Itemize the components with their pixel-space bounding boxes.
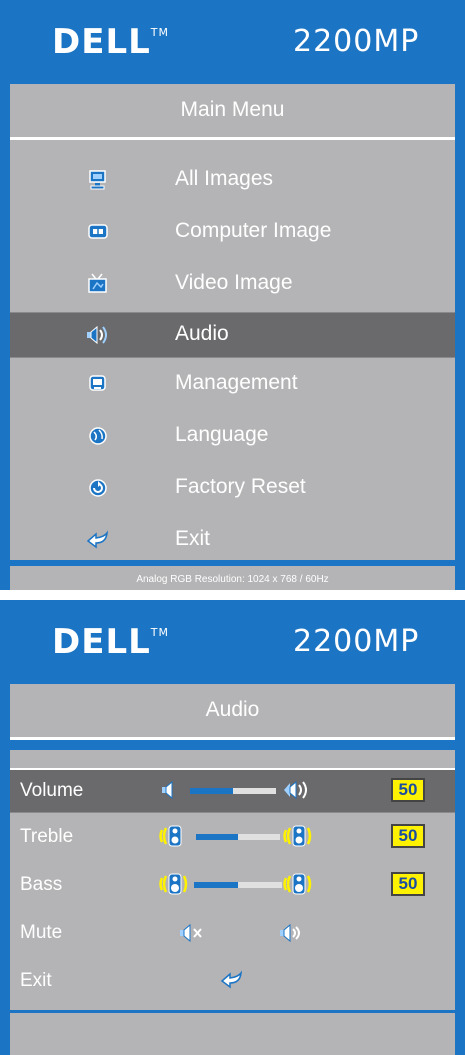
menu-item-label: Audio [175, 322, 229, 345]
osd-header: DELLTM 2200MP [10, 10, 455, 74]
exit-row[interactable]: Exit [10, 960, 455, 1002]
audio-speaker-icon [85, 323, 111, 347]
menu-item-language[interactable]: Language [10, 414, 455, 458]
volume-down-icon[interactable] [160, 779, 186, 806]
treble-slider-fill [196, 834, 238, 840]
monitor-icon [85, 168, 111, 192]
menu-item-all-images[interactable]: All Images [10, 158, 455, 202]
trademark-text: TM [150, 626, 169, 639]
volume-value: 50 [391, 778, 425, 802]
video-image-icon [85, 272, 111, 296]
mute-label: Mute [20, 922, 63, 943]
treble-row[interactable]: Treble 50 [10, 816, 455, 858]
menu-item-label: Language [175, 423, 269, 446]
computer-image-icon [85, 220, 111, 244]
dell-logo: DELLTM [52, 22, 169, 62]
globe-icon [85, 424, 111, 448]
treble-value: 50 [391, 824, 425, 848]
resolution-status-bar: Analog RGB Resolution: 1024 x 768 / 60Hz [10, 566, 455, 590]
trademark-text: TM [150, 26, 169, 39]
mute-off-icon[interactable] [278, 922, 308, 949]
volume-slider[interactable] [190, 788, 276, 794]
menu-title: Audio [205, 698, 260, 721]
model-name: 2200MP [293, 24, 420, 59]
exit-label: Exit [20, 970, 52, 991]
menu-item-video-image[interactable]: Video Image [10, 262, 455, 306]
menu-item-management[interactable]: Management [10, 362, 455, 406]
resolution-status-text: Analog RGB Resolution: 1024 x 768 / 60Hz [136, 574, 329, 585]
bass-label: Bass [20, 874, 63, 895]
bass-slider-fill [194, 882, 238, 888]
audio-menu-panel: DELLTM 2200MP Audio Volume 50 Treble 50 … [0, 600, 465, 1055]
volume-row[interactable]: Volume 50 [10, 768, 455, 813]
volume-label: Volume [20, 780, 84, 801]
menu-title: Main Menu [180, 98, 285, 121]
mute-on-icon[interactable] [178, 922, 208, 949]
exit-arrow-icon[interactable] [218, 968, 246, 997]
menu-item-label: Exit [175, 527, 211, 550]
menu-title-bar: Main Menu [10, 84, 455, 140]
exit-arrow-icon [85, 528, 111, 552]
model-name: 2200MP [293, 624, 420, 659]
osd-header: DELLTM 2200MP [10, 610, 455, 674]
menu-item-factory-reset[interactable]: Factory Reset [10, 466, 455, 510]
management-icon [85, 372, 111, 396]
bass-value: 50 [391, 872, 425, 896]
menu-item-computer-image[interactable]: Computer Image [10, 210, 455, 254]
bass-slider[interactable] [194, 882, 282, 888]
mute-row[interactable]: Mute [10, 912, 455, 954]
menu-item-label: All Images [175, 167, 274, 190]
treble-slider[interactable] [196, 834, 280, 840]
divider [10, 1010, 455, 1013]
main-menu-list: All Images Computer Image Video Image Au… [10, 140, 455, 560]
bass-row[interactable]: Bass 50 [10, 864, 455, 906]
menu-item-label: Video Image [175, 271, 293, 294]
bass-up-icon[interactable] [282, 870, 316, 903]
dell-logo: DELLTM [52, 622, 169, 662]
audio-settings-list: Volume 50 Treble 50 Bass 50 Mute Exit [10, 750, 455, 1055]
menu-item-label: Management [175, 371, 298, 394]
volume-slider-fill [190, 788, 233, 794]
brand-text: DELL [52, 22, 151, 62]
volume-up-icon[interactable] [278, 779, 312, 806]
treble-up-icon[interactable] [282, 822, 316, 855]
menu-item-label: Factory Reset [175, 475, 306, 498]
menu-item-audio[interactable]: Audio [10, 312, 455, 358]
menu-item-exit[interactable]: Exit [10, 518, 455, 562]
menu-item-label: Computer Image [175, 219, 332, 242]
treble-label: Treble [20, 826, 74, 847]
brand-text: DELL [52, 622, 151, 662]
main-menu-panel: DELLTM 2200MP Main Menu All Images Compu… [0, 0, 465, 590]
factory-reset-icon [85, 476, 111, 500]
treble-down-icon[interactable] [158, 822, 192, 855]
menu-title-bar: Audio [10, 684, 455, 740]
bass-down-icon[interactable] [158, 870, 192, 903]
